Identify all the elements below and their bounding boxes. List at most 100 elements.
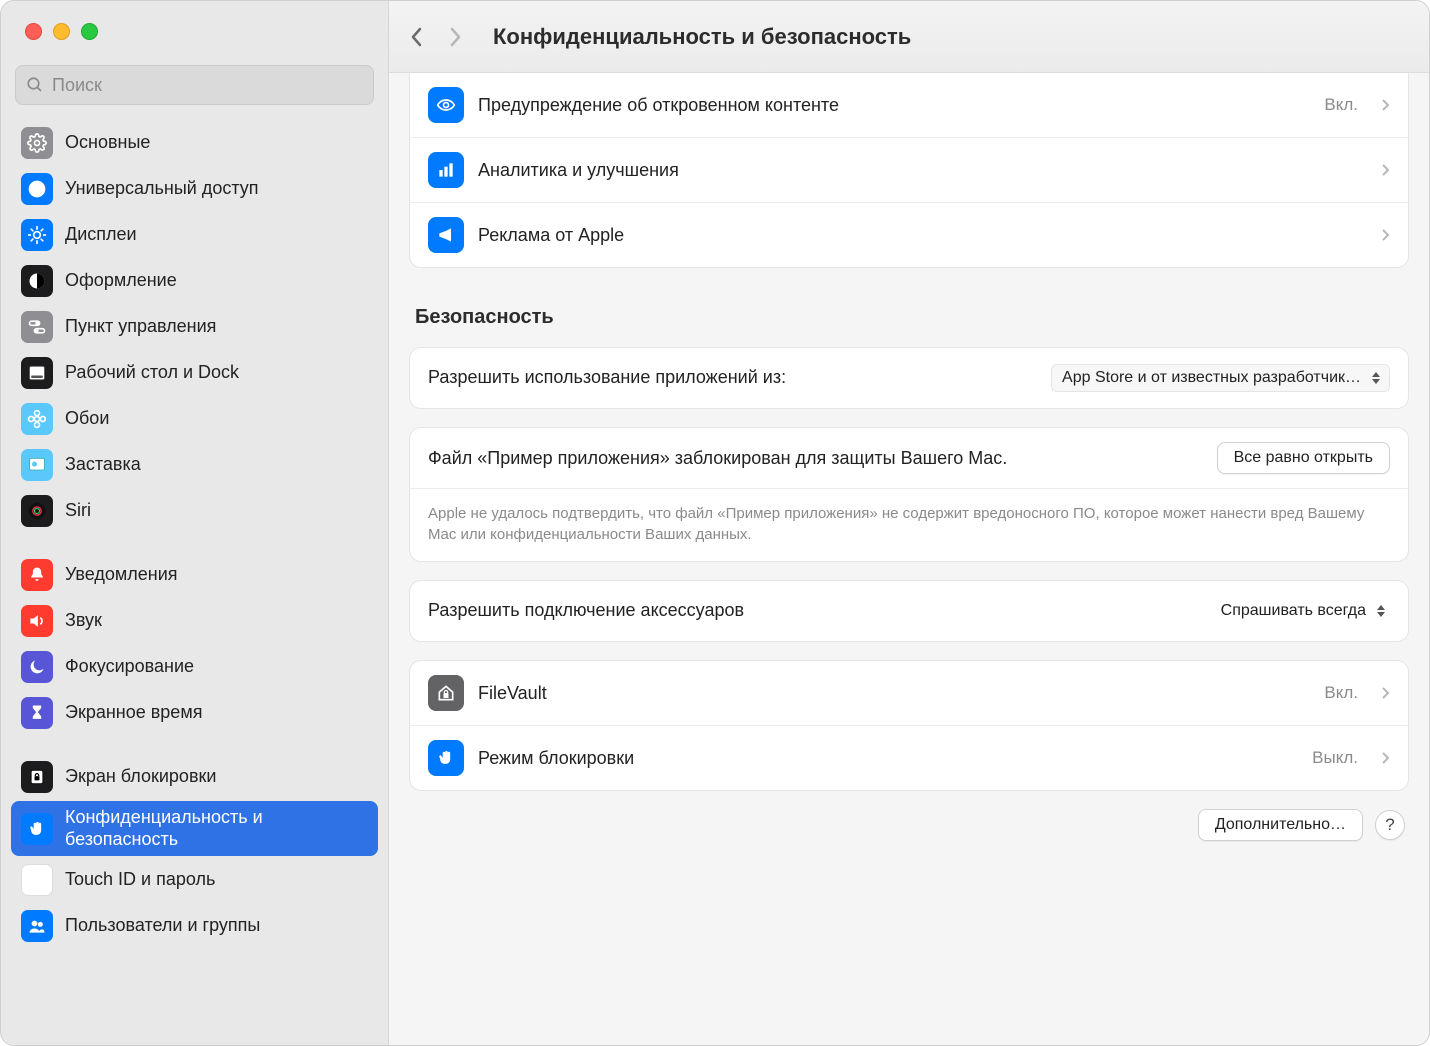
settings-row[interactable]: Аналитика и улучшения bbox=[410, 137, 1408, 202]
settings-row[interactable]: Режим блокировки Выкл. bbox=[410, 725, 1408, 790]
hourglass-icon bbox=[21, 697, 53, 729]
allow-apps-label: Разрешить использование приложений из: bbox=[428, 366, 1037, 389]
sidebar-item-label: Универсальный доступ bbox=[65, 178, 259, 200]
page-title: Конфиденциальность и безопасность bbox=[493, 24, 911, 50]
window-controls bbox=[1, 1, 388, 57]
updown-icon bbox=[1367, 367, 1385, 389]
nav-back-button[interactable] bbox=[409, 25, 425, 49]
sidebar-item-label: Фокусирование bbox=[65, 656, 194, 678]
sidebar-item-label: Конфиденциальность и безопасность bbox=[65, 807, 368, 850]
settings-row[interactable]: Предупреждение об откровенном контенте В… bbox=[410, 73, 1408, 137]
sidebar-item[interactable]: Звук bbox=[11, 599, 378, 643]
sidebar-item[interactable]: Дисплеи bbox=[11, 213, 378, 257]
close-window-button[interactable] bbox=[25, 23, 42, 40]
sidebar-item-label: Siri bbox=[65, 500, 91, 522]
sidebar-item[interactable]: Фокусирование bbox=[11, 645, 378, 689]
accessories-value: Спрашивать всегда bbox=[1221, 602, 1366, 620]
sidebar-item[interactable]: Конфиденциальность и безопасность bbox=[11, 801, 378, 856]
dock-icon bbox=[21, 357, 53, 389]
settings-row-value: Вкл. bbox=[1324, 683, 1358, 703]
sidebar-item[interactable]: Siri bbox=[11, 489, 378, 533]
sidebar-item-label: Экран блокировки bbox=[65, 766, 216, 788]
sidebar-item[interactable]: Основные bbox=[11, 121, 378, 165]
allow-apps-select[interactable]: App Store и от известных разработчик… bbox=[1051, 364, 1390, 392]
sidebar-item-label: Дисплеи bbox=[65, 224, 137, 246]
advanced-button[interactable]: Дополнительно… bbox=[1198, 809, 1363, 841]
lockscreen-icon bbox=[21, 761, 53, 793]
search-field[interactable] bbox=[15, 65, 374, 105]
bell-icon bbox=[21, 559, 53, 591]
settings-row[interactable]: Реклама от Apple bbox=[410, 202, 1408, 267]
sidebar-item[interactable]: Обои bbox=[11, 397, 378, 441]
accessories-row: Разрешить подключение аксессуаров Спраши… bbox=[410, 581, 1408, 641]
fingerprint-icon bbox=[21, 864, 53, 896]
minimize-window-button[interactable] bbox=[53, 23, 70, 40]
hand-icon bbox=[428, 740, 464, 776]
updown-icon bbox=[1372, 600, 1390, 622]
fullscreen-window-button[interactable] bbox=[81, 23, 98, 40]
chevron-right-icon bbox=[1380, 751, 1390, 765]
sidebar-item[interactable]: Экран блокировки bbox=[11, 755, 378, 799]
nav-forward-button[interactable] bbox=[447, 25, 463, 49]
sidebar-item-label: Пункт управления bbox=[65, 316, 216, 338]
search-icon bbox=[26, 76, 44, 94]
blocked-app-note: Apple не удалось подтвердить, что файл «… bbox=[410, 488, 1408, 561]
speaker-icon bbox=[21, 605, 53, 637]
titlebar: Конфиденциальность и безопасность bbox=[389, 1, 1429, 73]
sidebar-item-label: Рабочий стол и Dock bbox=[65, 362, 239, 384]
settings-row-label: Режим блокировки bbox=[478, 748, 1298, 769]
settings-row[interactable]: FileVault Вкл. bbox=[410, 661, 1408, 725]
sidebar-item[interactable]: Touch ID и пароль bbox=[11, 858, 378, 902]
blocked-app-message: Файл «Пример приложения» заблокирован дл… bbox=[428, 446, 1203, 470]
chart-icon bbox=[428, 152, 464, 188]
allow-apps-row: Разрешить использование приложений из: A… bbox=[410, 348, 1408, 408]
users-icon bbox=[21, 910, 53, 942]
sidebar: Основные Универсальный доступ Дисплеи Оформ… bbox=[1, 1, 389, 1045]
sidebar-item[interactable]: Универсальный доступ bbox=[11, 167, 378, 211]
switches-icon bbox=[21, 311, 53, 343]
help-button[interactable]: ? bbox=[1375, 810, 1405, 840]
house-icon bbox=[428, 675, 464, 711]
sidebar-item-label: Экранное время bbox=[65, 702, 202, 724]
accessories-select[interactable]: Спрашивать всегда bbox=[1221, 598, 1390, 624]
settings-row-value: Выкл. bbox=[1312, 748, 1358, 768]
sidebar-item[interactable]: Пользователи и группы bbox=[11, 904, 378, 948]
sidebar-item[interactable]: Пункт управления bbox=[11, 305, 378, 349]
security-section-header: Безопасность bbox=[415, 306, 1409, 329]
settings-row-label: Реклама от Apple bbox=[478, 225, 1358, 246]
hand-icon bbox=[21, 813, 53, 845]
flower-icon bbox=[21, 403, 53, 435]
sidebar-item-label: Обои bbox=[65, 408, 109, 430]
sidebar-item[interactable]: Уведомления bbox=[11, 553, 378, 597]
settings-row-value: Вкл. bbox=[1324, 95, 1358, 115]
chevron-right-icon bbox=[1380, 686, 1390, 700]
accessories-label: Разрешить подключение аксессуаров bbox=[428, 599, 1207, 622]
search-input[interactable] bbox=[52, 75, 363, 96]
chevron-right-icon bbox=[1380, 163, 1390, 177]
eye-icon bbox=[428, 87, 464, 123]
moon-icon bbox=[21, 651, 53, 683]
sidebar-item[interactable]: Оформление bbox=[11, 259, 378, 303]
accessibility-icon bbox=[21, 173, 53, 205]
sidebar-item-label: Touch ID и пароль bbox=[65, 869, 215, 891]
contrast-icon bbox=[21, 265, 53, 297]
settings-row-label: Аналитика и улучшения bbox=[478, 160, 1358, 181]
sidebar-item-label: Оформление bbox=[65, 270, 177, 292]
settings-row-label: Предупреждение об откровенном контенте bbox=[478, 95, 1310, 116]
sidebar-item[interactable]: Заставка bbox=[11, 443, 378, 487]
sidebar-item[interactable]: Рабочий стол и Dock bbox=[11, 351, 378, 395]
megaphone-icon bbox=[428, 217, 464, 253]
chevron-right-icon bbox=[1380, 228, 1390, 242]
screensaver-icon bbox=[21, 449, 53, 481]
sidebar-item[interactable]: Экранное время bbox=[11, 691, 378, 735]
sidebar-item-label: Уведомления bbox=[65, 564, 178, 586]
sidebar-item-label: Заставка bbox=[65, 454, 141, 476]
blocked-app-row: Файл «Пример приложения» заблокирован дл… bbox=[410, 428, 1408, 488]
sidebar-item-label: Звук bbox=[65, 610, 102, 632]
gear-icon bbox=[21, 127, 53, 159]
open-anyway-button[interactable]: Все равно открыть bbox=[1217, 442, 1390, 474]
sidebar-item-label: Основные bbox=[65, 132, 150, 154]
sun-icon bbox=[21, 219, 53, 251]
settings-row-label: FileVault bbox=[478, 683, 1310, 704]
allow-apps-value: App Store и от известных разработчик… bbox=[1062, 369, 1361, 387]
